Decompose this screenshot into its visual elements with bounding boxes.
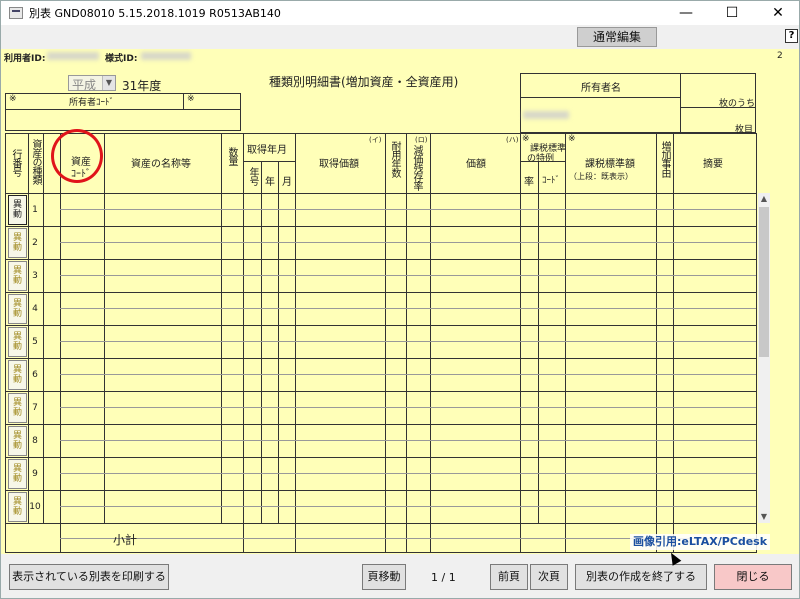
col-special-code: ｺｰﾄﾞ xyxy=(542,176,561,186)
subtotal-label: 小計 xyxy=(113,533,138,547)
row-number-4: 4 xyxy=(32,304,38,314)
scroll-down-icon[interactable]: ▼ xyxy=(758,511,770,523)
ido-button-row-4[interactable]: 異動 xyxy=(8,294,27,324)
row-number-3: 3 xyxy=(32,271,38,281)
next-page-button[interactable]: 次頁 xyxy=(530,564,568,590)
ido-button-row-1[interactable]: 異動 xyxy=(8,195,27,225)
col-acq-cost: 取得価額 xyxy=(319,159,359,170)
help-icon[interactable]: ? xyxy=(785,29,798,43)
col-residual-rate: 減価残存率 xyxy=(411,145,422,190)
ido-button-row-8[interactable]: 異動 xyxy=(8,426,27,456)
ido-button-row-7[interactable]: 異動 xyxy=(8,393,27,423)
owner-name-value-redacted xyxy=(523,111,569,119)
chevron-down-icon[interactable]: ▼ xyxy=(102,76,115,90)
ido-button-row-2[interactable]: 異動 xyxy=(8,228,27,258)
scroll-up-icon[interactable]: ▲ xyxy=(758,193,770,205)
col-asset-type: 資産の種類 xyxy=(30,139,41,184)
row-number-2: 2 xyxy=(32,238,38,248)
row-number-7: 7 xyxy=(32,403,38,413)
mark-owner-code: ※ xyxy=(9,94,17,104)
row-number-9: 9 xyxy=(32,469,38,479)
col-asset-name: 資産の名称等 xyxy=(131,159,191,170)
ido-button-row-9[interactable]: 異動 xyxy=(8,459,27,489)
image-credit: 画像引用:eLTAX/PCdesk xyxy=(630,534,770,550)
window-title: 別表 GND08010 5.15.2018.1019 R0513AB140 xyxy=(29,7,281,20)
user-id-label: 利用者ID: xyxy=(4,54,46,64)
close-button[interactable]: 閉じる xyxy=(714,564,792,590)
form-title: 種類別明細書(増加資産・全資産用) xyxy=(269,75,459,89)
col-acq-date: 取得年月 xyxy=(247,145,287,156)
mark-special: ※ xyxy=(522,134,530,144)
row-number-5: 5 xyxy=(32,337,38,347)
page-jump-button[interactable]: 頁移動 xyxy=(362,564,406,590)
mark-owner-code-2: ※ xyxy=(187,94,195,104)
col-tax-base-note: （上段：既表示） xyxy=(569,172,633,181)
normal-edit-mode-button[interactable]: 通常編集 xyxy=(577,27,657,47)
row-number-1: 1 xyxy=(32,205,38,215)
page-number: 2 xyxy=(777,51,783,61)
col-residual-mark: (ロ) xyxy=(415,136,428,144)
row-number-8: 8 xyxy=(32,436,38,446)
page-indicator: 1 / 1 xyxy=(431,571,456,584)
owner-name-label: 所有者名 xyxy=(581,83,621,94)
col-value: 価額 xyxy=(466,159,486,170)
prev-page-button[interactable]: 前頁 xyxy=(490,564,528,590)
col-remarks: 摘要 xyxy=(703,159,723,170)
era-select[interactable]: 平成 ▼ xyxy=(68,75,116,92)
ido-button-row-5[interactable]: 異動 xyxy=(8,327,27,357)
col-special-rate: 率 xyxy=(524,177,534,188)
close-window-button[interactable]: ✕ xyxy=(755,1,799,25)
col-useful-life: 耐用年数 xyxy=(389,141,400,177)
owner-code-label: 所有者ｺｰﾄﾞ xyxy=(69,98,115,108)
form-id-label: 様式ID: xyxy=(105,54,138,64)
col-tax-base: 課税標準額 xyxy=(585,159,635,170)
sheets-of-label: 枚のうち xyxy=(719,99,756,109)
col-year: 年 xyxy=(265,177,275,188)
row-number-10: 10 xyxy=(29,502,41,512)
application-window: 別表 GND08010 5.15.2018.1019 R0513AB140 — … xyxy=(0,0,800,599)
red-circle-annotation xyxy=(51,129,103,183)
maximize-button[interactable]: ☐ xyxy=(709,1,755,25)
col-quantity: 数量 xyxy=(226,147,237,165)
user-id-value-redacted xyxy=(47,52,99,60)
scroll-thumb[interactable] xyxy=(759,207,769,357)
owner-code-box xyxy=(5,93,241,131)
app-icon xyxy=(9,7,23,19)
minimize-button[interactable]: — xyxy=(663,1,709,25)
col-acq-cost-mark: (イ) xyxy=(369,136,382,144)
mode-bar: 通常編集 ? xyxy=(1,25,799,49)
col-special-2: の特例 xyxy=(527,154,555,164)
row-number-6: 6 xyxy=(32,370,38,380)
ido-button-row-10[interactable]: 異動 xyxy=(8,492,27,522)
vertical-scrollbar[interactable]: ▲ ▼ xyxy=(758,193,770,523)
mark-tax-base: ※ xyxy=(568,134,576,144)
era-select-value: 平成 xyxy=(72,78,97,92)
title-bar: 別表 GND08010 5.15.2018.1019 R0513AB140 — … xyxy=(1,1,799,25)
fiscal-year-label: 31年度 xyxy=(122,79,162,93)
col-value-mark: (ハ) xyxy=(506,136,519,144)
col-row-no: 行番号 xyxy=(10,149,21,176)
col-era: 年号 xyxy=(247,167,258,185)
detail-form: 利用者ID: 様式ID: 2 平成 ▼ 31年度 種類別明細書(増加資産・全資産… xyxy=(1,49,799,554)
ido-button-row-6[interactable]: 異動 xyxy=(8,360,27,390)
finish-table-button[interactable]: 別表の作成を終了する xyxy=(575,564,707,590)
ido-button-row-3[interactable]: 異動 xyxy=(8,261,27,291)
col-increase-reason: 増加事由 xyxy=(659,141,670,177)
form-id-value-redacted xyxy=(141,52,191,60)
col-month: 月 xyxy=(282,177,292,188)
print-table-button[interactable]: 表示されている別表を印刷する xyxy=(9,564,169,590)
